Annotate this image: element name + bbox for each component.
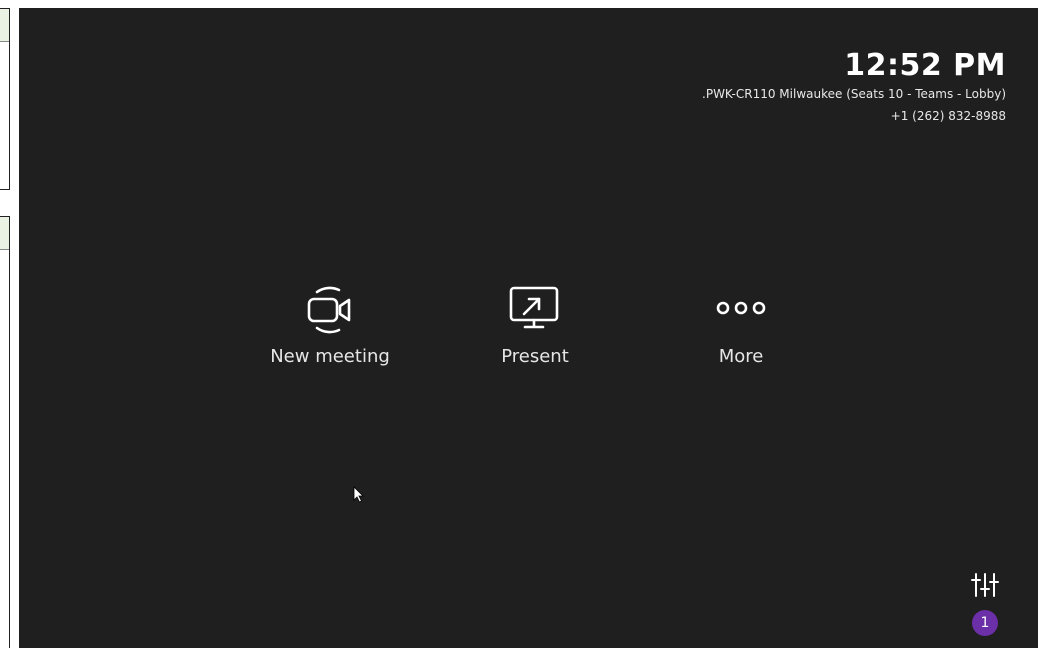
new-meeting-button[interactable]: New meeting: [255, 278, 405, 378]
video-camera-icon: [300, 278, 360, 338]
table-header-fragment: [0, 9, 9, 42]
mouse-cursor-icon: [353, 486, 365, 504]
room-name: .PWK-CR110 Milwaukee (Seats 10 - Teams -…: [702, 87, 1006, 101]
teams-room-home-screen: 12:52 PM .PWK-CR110 Milwaukee (Seats 10 …: [19, 8, 1038, 648]
room-phone-number: +1 (262) 832-8988: [890, 109, 1006, 123]
new-meeting-label: New meeting: [270, 346, 390, 367]
screen-share-icon: [505, 278, 565, 338]
document-table-fragment: [0, 216, 10, 648]
document-table-fragment: [0, 8, 10, 190]
device-settings-button[interactable]: 1: [961, 570, 1009, 642]
more-label: More: [718, 346, 764, 367]
clock: 12:52 PM: [844, 48, 1006, 83]
present-button[interactable]: Present: [460, 278, 610, 378]
notification-badge: 1: [972, 610, 998, 636]
table-header-fragment: [0, 217, 9, 250]
ellipsis-icon: [711, 278, 771, 338]
background-document: [0, 0, 18, 648]
sliders-icon: [970, 570, 1000, 600]
present-label: Present: [501, 346, 569, 367]
more-button[interactable]: More: [666, 278, 816, 378]
